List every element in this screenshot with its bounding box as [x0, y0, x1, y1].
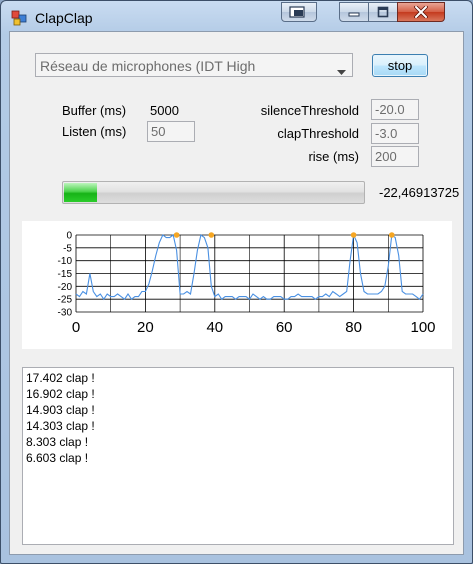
app-window: ClapClap Réseau de microphones (IDT High	[0, 0, 473, 564]
microphone-select-value: Réseau de microphones (IDT High	[40, 58, 256, 74]
clap-threshold-label: clapThreshold	[277, 126, 359, 141]
restore-window-button[interactable]	[281, 2, 317, 22]
x-tick-label: 40	[206, 319, 223, 336]
clap-marker	[388, 232, 395, 238]
clap-marker	[173, 232, 180, 238]
y-tick-label: -10	[58, 256, 73, 267]
clap-threshold-field[interactable]	[371, 123, 419, 144]
log-line: 6.603 clap !	[26, 451, 89, 465]
level-progress-bar	[62, 181, 365, 204]
buffer-label: Buffer (ms)	[62, 103, 127, 118]
stop-button[interactable]: stop	[372, 54, 428, 77]
client-area: Réseau de microphones (IDT High stop Buf…	[9, 31, 464, 555]
y-tick-label: 0	[66, 231, 72, 242]
log-line: 8.303 clap !	[26, 435, 89, 449]
log-line: 17.402 clap !	[26, 371, 95, 385]
clap-log[interactable]: 17.402 clap ! 16.902 clap ! 14.903 clap ! 1…	[22, 367, 454, 545]
y-tick-label: -15	[58, 269, 73, 280]
level-value: -22,46913725	[379, 185, 460, 200]
y-tick-label: -25	[58, 295, 73, 306]
x-tick-label: 80	[345, 319, 362, 336]
rise-field[interactable]	[371, 146, 419, 167]
rise-label: rise (ms)	[308, 149, 359, 164]
buffer-value: 5000	[150, 103, 179, 118]
app-window-icon	[11, 10, 27, 26]
listen-label: Listen (ms)	[62, 124, 127, 139]
audio-level-chart: 0 -5 -10 -15 -20 -25 -30 0 20 40 60 80 100	[22, 221, 452, 349]
title-bar[interactable]: ClapClap	[1, 1, 472, 31]
log-line: 14.303 clap !	[26, 419, 95, 433]
maximize-button[interactable]	[368, 2, 398, 22]
close-button[interactable]	[397, 2, 445, 22]
silence-threshold-label: silenceThreshold	[260, 103, 359, 118]
clap-marker	[350, 232, 357, 238]
chevron-down-icon[interactable]	[337, 63, 346, 78]
log-line: 14.903 clap !	[26, 403, 95, 417]
x-tick-label: 20	[137, 319, 154, 336]
level-progress-fill	[64, 183, 97, 202]
x-tick-label: 0	[72, 319, 80, 336]
window-title: ClapClap	[35, 10, 93, 26]
chart-svg: 0-5-10-15-20-25-300 20 40 60 80 100	[58, 231, 436, 337]
minimize-button[interactable]	[339, 2, 369, 22]
y-tick-label: -20	[58, 282, 73, 293]
x-tick-label: 100	[410, 319, 435, 336]
y-tick-label: -30	[58, 308, 73, 319]
x-tick-label: 60	[276, 319, 293, 336]
silence-threshold-field[interactable]	[371, 99, 419, 120]
y-tick-label: -5	[63, 243, 72, 254]
microphone-select[interactable]: Réseau de microphones (IDT High	[35, 53, 353, 77]
log-line: 16.902 clap !	[26, 387, 95, 401]
listen-field[interactable]	[147, 121, 195, 142]
clap-marker	[208, 232, 215, 238]
